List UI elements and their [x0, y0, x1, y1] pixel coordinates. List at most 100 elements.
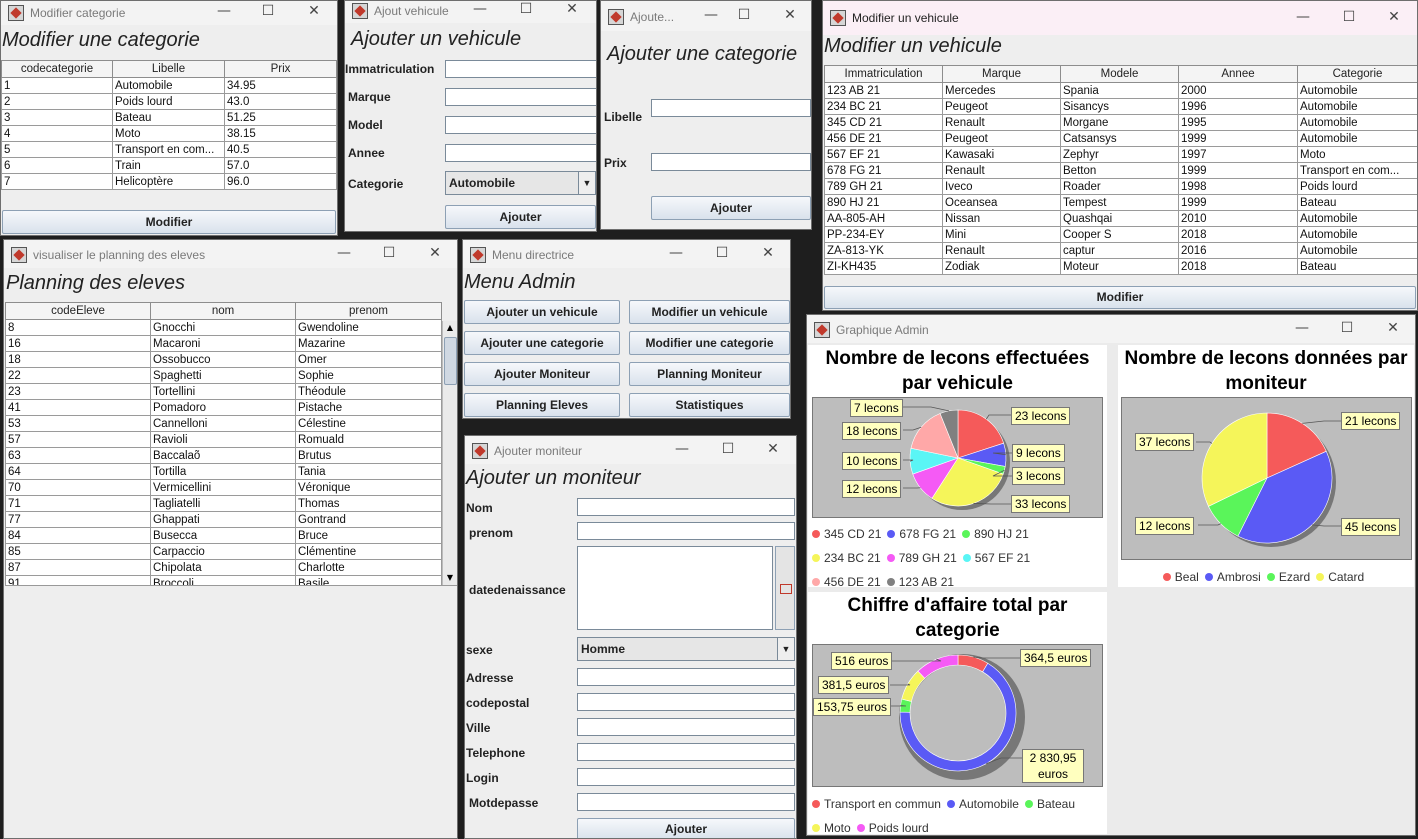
table-cell[interactable]: 1997	[1178, 146, 1298, 163]
minimize-icon[interactable]: —	[667, 441, 697, 457]
table-row[interactable]: 16 Macaroni Mazarine	[5, 335, 442, 352]
scroll-down-icon[interactable]: ▼	[443, 571, 457, 585]
vertical-scrollbar[interactable]: ▲ ▼	[442, 321, 457, 585]
table-cell[interactable]: Clémentine	[295, 543, 442, 560]
table-cell[interactable]: Automobile	[1297, 98, 1417, 115]
table-cell[interactable]: Sophie	[295, 367, 442, 384]
table-row[interactable]: 71 Tagliatelli Thomas	[5, 495, 442, 512]
table-cell[interactable]: Mazarine	[295, 335, 442, 352]
table-cell[interactable]: 53	[5, 415, 151, 432]
annee-field[interactable]	[445, 144, 596, 162]
column-header[interactable]: Annee	[1178, 65, 1298, 83]
table-row[interactable]: 456 DE 21 Peugeot Catsansys 1999 Automobile	[824, 130, 1417, 147]
table-cell[interactable]: Quashqai	[1060, 210, 1179, 227]
table-cell[interactable]: Automobile	[1297, 226, 1417, 243]
table-cell[interactable]: 1998	[1178, 178, 1298, 195]
table-cell[interactable]: 87	[5, 559, 151, 576]
title-bar[interactable]: Ajoute... — ☐ ✕	[601, 1, 811, 31]
dropdown-arrow-icon[interactable]: ▼	[578, 172, 595, 194]
table-row[interactable]: 63 Baccalaõ Brutus	[5, 447, 442, 464]
table-cell[interactable]: 2010	[1178, 210, 1298, 227]
table-row[interactable]: 70 Vermicellini Véronique	[5, 479, 442, 496]
table-cell[interactable]: 1995	[1178, 114, 1298, 131]
table-cell[interactable]: 84	[5, 527, 151, 544]
vehicle-table[interactable]: Immatriculation Marque Modele Annee Cate…	[824, 65, 1417, 275]
table-cell[interactable]: Ravioli	[150, 431, 296, 448]
table-cell[interactable]: 2018	[1178, 226, 1298, 243]
table-cell[interactable]: Moteur	[1060, 258, 1179, 275]
table-cell[interactable]: 77	[5, 511, 151, 528]
table-cell[interactable]: Automobile	[112, 77, 225, 94]
table-row[interactable]: 23 Tortellini Théodule	[5, 383, 442, 400]
table-cell[interactable]: Mini	[942, 226, 1061, 243]
table-row[interactable]: 4 Moto 38.15	[1, 125, 337, 142]
table-cell[interactable]: Automobile	[1297, 242, 1417, 259]
table-row[interactable]: ZA-813-YK Renault captur 2016 Automobile	[824, 242, 1417, 259]
minimize-icon[interactable]: —	[465, 1, 495, 17]
table-row[interactable]: 234 BC 21 Peugeot Sisancys 1996 Automobile	[824, 98, 1417, 115]
category-table[interactable]: codecategorie Libelle Prix 1 Automobile 34…	[1, 60, 337, 190]
table-cell[interactable]: 23	[5, 383, 151, 400]
table-row[interactable]: 567 EF 21 Kawasaki Zephyr 1997 Moto	[824, 146, 1417, 163]
table-cell[interactable]: Renault	[942, 114, 1061, 131]
table-cell[interactable]: Bateau	[112, 109, 225, 126]
title-bar[interactable]: Ajout vehicule — ☐ ✕	[345, 1, 596, 23]
table-cell[interactable]: Helicoptère	[112, 173, 225, 190]
table-row[interactable]: 789 GH 21 Iveco Roader 1998 Poids lourd	[824, 178, 1417, 195]
table-row[interactable]: 84 Busecca Bruce	[5, 527, 442, 544]
table-cell[interactable]: Tagliatelli	[150, 495, 296, 512]
table-cell[interactable]: Spaghetti	[150, 367, 296, 384]
table-cell[interactable]: 1999	[1178, 130, 1298, 147]
table-cell[interactable]: 8	[5, 319, 151, 336]
close-icon[interactable]: ✕	[299, 3, 329, 19]
maximize-icon[interactable]: ☐	[707, 245, 737, 261]
table-cell[interactable]: Vermicellini	[150, 479, 296, 496]
table-cell[interactable]: Peugeot	[942, 98, 1061, 115]
column-header[interactable]: codeEleve	[5, 302, 151, 320]
table-cell[interactable]: 64	[5, 463, 151, 480]
telephone-field[interactable]	[577, 743, 795, 761]
table-cell[interactable]: 5	[1, 141, 113, 158]
prix-field[interactable]	[651, 153, 811, 171]
table-row[interactable]: 6 Train 57.0	[1, 157, 337, 174]
table-cell[interactable]: Bruce	[295, 527, 442, 544]
maximize-icon[interactable]: ☐	[511, 1, 541, 17]
modifier-button[interactable]: Modifier	[824, 286, 1416, 309]
table-cell[interactable]: Gnocchi	[150, 319, 296, 336]
table-row[interactable]: 87 Chipolata Charlotte	[5, 559, 442, 576]
table-cell[interactable]: 1999	[1178, 194, 1298, 211]
table-cell[interactable]: Peugeot	[942, 130, 1061, 147]
minimize-icon[interactable]: —	[1287, 320, 1317, 336]
datedenaissance-field[interactable]	[577, 546, 773, 630]
table-cell[interactable]: Thomas	[295, 495, 442, 512]
scroll-thumb[interactable]	[444, 337, 457, 385]
table-cell[interactable]: Bateau	[1297, 194, 1417, 211]
table-cell[interactable]: 22	[5, 367, 151, 384]
table-cell[interactable]: captur	[1060, 242, 1179, 259]
column-header[interactable]: nom	[150, 302, 296, 320]
table-cell[interactable]: Transport en com...	[1297, 162, 1417, 179]
table-cell[interactable]: 16	[5, 335, 151, 352]
column-header[interactable]: Modele	[1060, 65, 1179, 83]
table-cell[interactable]: Busecca	[150, 527, 296, 544]
model-field[interactable]	[445, 116, 596, 134]
table-cell[interactable]: 40.5	[224, 141, 337, 158]
table-cell[interactable]: Baccalaõ	[150, 447, 296, 464]
minimize-icon[interactable]: —	[329, 245, 359, 261]
table-cell[interactable]: 7	[1, 173, 113, 190]
table-cell[interactable]: Nissan	[942, 210, 1061, 227]
table-cell[interactable]: Automobile	[1297, 210, 1417, 227]
table-cell[interactable]: Iveco	[942, 178, 1061, 195]
table-row[interactable]: 77 Ghappati Gontrand	[5, 511, 442, 528]
close-icon[interactable]: ✕	[1378, 320, 1408, 336]
table-cell[interactable]: Ghappati	[150, 511, 296, 528]
ajouter-button[interactable]: Ajouter	[577, 818, 795, 838]
nom-field[interactable]	[577, 498, 795, 516]
table-cell[interactable]: Sisancys	[1060, 98, 1179, 115]
table-cell[interactable]: Renault	[942, 242, 1061, 259]
table-cell[interactable]: 38.15	[224, 125, 337, 142]
column-header[interactable]: Marque	[942, 65, 1061, 83]
table-cell[interactable]: 1996	[1178, 98, 1298, 115]
minimize-icon[interactable]: —	[1288, 9, 1318, 25]
title-bar[interactable]: Ajouter moniteur — ☐ ✕	[465, 436, 796, 464]
